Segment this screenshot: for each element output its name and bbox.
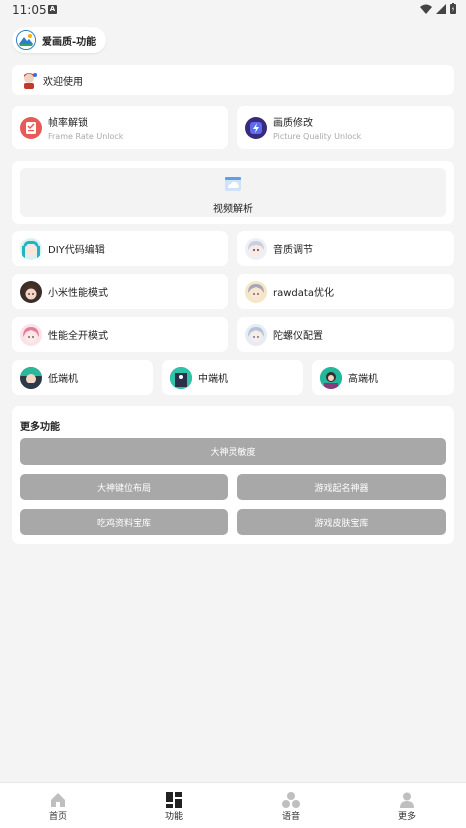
full-performance-label: 性能全开模式 [48,331,108,342]
welcome-avatar-icon [24,73,37,89]
video-parse-label: 视频解析 [213,204,253,215]
video-parse-card: 视频解析 [12,161,454,224]
high-end-icon [320,366,342,389]
frame-rate-icon [20,116,42,139]
low-end-icon [20,366,42,389]
low-end-label: 低端机 [48,374,78,385]
high-end-label: 高端机 [348,374,378,385]
diy-code-edit-card[interactable]: DIY代码编辑 [12,231,228,266]
welcome-card[interactable]: 欢迎使用 [12,65,454,95]
person-icon [400,792,414,808]
grid-icon [166,792,182,808]
high-end-device-card[interactable]: 高端机 [312,360,454,395]
mid-range-device-card[interactable]: 中端机 [162,360,303,395]
frame-rate-subtitle: Frame Rate Unlock [48,132,124,141]
frame-rate-unlock-card[interactable]: 帧率解锁 Frame Rate Unlock [12,106,228,149]
battery-icon [450,3,456,14]
video-parse-button[interactable]: 视频解析 [20,168,446,217]
app-title-pill: 爱画质-功能 [12,27,107,53]
mid-range-label: 中端机 [198,374,228,385]
nav-voice[interactable]: 语音 [261,792,321,822]
xiaomi-performance-label: 小米性能模式 [48,288,108,299]
key-layout-button[interactable]: 大神键位布局 [20,474,228,500]
nav-home[interactable]: 首页 [28,792,88,822]
signal-icon [436,3,446,14]
rawdata-optimize-label: rawdata优化 [273,288,334,299]
gyroscope-config-card[interactable]: 陀螺仪配置 [237,317,454,352]
status-bar: 11:05 A [0,0,466,20]
rawdata-avatar-icon [245,280,267,303]
app-logo-icon [16,30,36,50]
diy-avatar-icon [20,237,42,260]
sound-avatar-icon [245,237,267,260]
status-time: 11:05 [12,3,47,17]
picture-quality-subtitle: Picture Quality Unlock [273,132,362,141]
full-performance-avatar-icon [20,323,42,346]
gyroscope-avatar-icon [245,323,267,346]
welcome-label: 欢迎使用 [43,76,83,88]
mid-range-icon [170,366,192,389]
nav-more[interactable]: 更多 [377,792,437,822]
rawdata-optimize-card[interactable]: rawdata优化 [237,274,454,309]
nav-voice-label: 语音 [281,812,300,822]
sensitivity-button[interactable]: 大神灵敏度 [20,438,446,465]
game-name-generator-button[interactable]: 游戏起名神器 [237,474,446,500]
xiaomi-avatar-icon [20,280,42,303]
sound-quality-card[interactable]: 音质调节 [237,231,454,266]
game-skin-library-button[interactable]: 游戏皮肤宝库 [237,509,446,535]
lightning-icon [245,116,267,139]
full-performance-card[interactable]: 性能全开模式 [12,317,228,352]
picture-quality-title: 画质修改 [273,118,313,129]
page-title: 爱画质-功能 [42,36,97,48]
frame-rate-title: 帧率解锁 [48,118,88,129]
pubg-data-button[interactable]: 吃鸡资料宝库 [20,509,228,535]
video-cloud-icon [225,177,241,191]
wifi-icon [420,4,432,14]
picture-quality-unlock-card[interactable]: 画质修改 Picture Quality Unlock [237,106,454,149]
nav-home-label: 首页 [48,812,67,822]
diy-code-edit-label: DIY代码编辑 [48,245,105,256]
nav-features[interactable]: 功能 [144,792,204,822]
bottom-navigation: 首页 功能 语音 更多 [0,782,466,828]
voice-icon [282,792,300,808]
status-icons [420,3,456,14]
nav-features-label: 功能 [164,812,183,822]
sound-quality-label: 音质调节 [273,245,313,256]
more-features-title: 更多功能 [20,422,60,433]
nav-more-label: 更多 [397,812,416,822]
notification-icon: A [48,5,57,14]
home-icon [51,793,65,807]
xiaomi-performance-card[interactable]: 小米性能模式 [12,274,228,309]
low-end-device-card[interactable]: 低端机 [12,360,153,395]
gyroscope-config-label: 陀螺仪配置 [273,331,323,342]
